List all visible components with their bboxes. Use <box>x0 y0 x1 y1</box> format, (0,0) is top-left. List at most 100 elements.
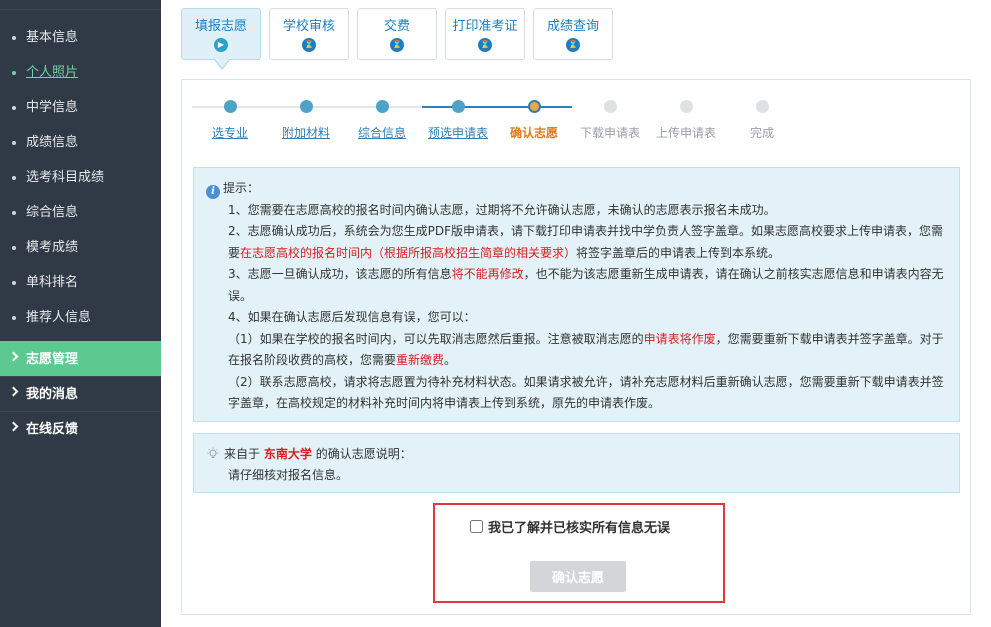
tab-label: 成绩查询 <box>546 19 599 34</box>
step-node <box>452 100 465 113</box>
progress-steps: 选专业 附加材料 综合信息 预选申请表 确认志愿 下载申请表 上传申请表 完成 <box>192 80 972 150</box>
notice-highlight: 申请表将作废 <box>643 331 716 346</box>
sidebar: 基本信息 个人照片 中学信息 成绩信息 选考科目成绩 综合信息 模考成绩 单科排… <box>0 0 161 627</box>
sidebar-group-label: 在线反馈 <box>26 422 79 437</box>
bullet-icon <box>12 211 16 215</box>
sidebar-group-label: 我的消息 <box>26 387 79 402</box>
bullet-icon <box>12 106 16 110</box>
confirm-application-button[interactable]: 确认志愿 <box>530 561 626 592</box>
notice-box: i 提示： 1、您需要在志愿高校的报名时间内确认志愿，过期将不允许确认志愿，未确认… <box>193 167 960 422</box>
sidebar-item-school-info[interactable]: 中学信息 <box>0 90 161 125</box>
hourglass-icon: ⌛ <box>302 38 316 52</box>
step-label: 附加材料 <box>281 126 330 140</box>
school-note-suffix: 的确认志愿说明： <box>315 447 412 461</box>
sidebar-group-label: 志愿管理 <box>26 352 79 367</box>
step-label: 确认志愿 <box>509 126 558 140</box>
sidebar-item-label: 中学信息 <box>26 100 79 115</box>
sidebar-item-label: 综合信息 <box>26 205 79 220</box>
sidebar-group-feedback[interactable]: 在线反馈 <box>0 411 161 446</box>
chevron-right-icon <box>8 351 19 362</box>
sidebar-item-label: 推荐人信息 <box>26 310 92 325</box>
bullet-icon <box>12 281 16 285</box>
sidebar-item-label: 基本信息 <box>26 30 79 45</box>
sidebar-item-elective-scores[interactable]: 选考科目成绩 <box>0 160 161 195</box>
notice-text: 3、志愿一旦确认成功，该志愿的所有信息 <box>228 267 452 281</box>
school-name: 东南大学 <box>263 447 312 461</box>
step-label: 完成 <box>749 126 774 140</box>
sidebar-item-mock-scores[interactable]: 模考成绩 <box>0 230 161 265</box>
tab-label: 交费 <box>383 19 410 34</box>
tab-label: 打印准考证 <box>452 19 518 34</box>
tab-score-query[interactable]: 成绩查询 ⌛ <box>533 8 613 60</box>
agree-checkbox[interactable] <box>470 520 483 533</box>
bullet-icon <box>12 176 16 180</box>
notice-highlight: 在志愿高校的报名时间内（根据所报高校招生简章的相关要求） <box>240 245 577 260</box>
tab-fill-application[interactable]: 填报志愿 ▶ <box>181 8 261 70</box>
notice-highlight: 将不能再修改 <box>451 267 524 281</box>
bullet-icon <box>12 246 16 250</box>
tab-school-review[interactable]: 学校审核 ⌛ <box>269 8 349 60</box>
school-note-box: 来自于 东南大学 的确认志愿说明： 请仔细核对报名信息。 <box>193 433 960 493</box>
chevron-right-icon <box>8 421 19 432</box>
notice-text: 。 <box>444 353 457 367</box>
sidebar-item-label: 模考成绩 <box>26 240 79 255</box>
step-node <box>604 100 617 113</box>
notice-text: 将签字盖章后的申请表上传到本系统。 <box>576 245 781 260</box>
tab-print-admission[interactable]: 打印准考证 ⌛ <box>445 8 525 60</box>
agree-label[interactable]: 我已了解并已核实所有信息无误 <box>470 517 670 536</box>
hourglass-icon: ⌛ <box>478 38 492 52</box>
step-label: 综合信息 <box>357 126 406 140</box>
step-node <box>300 100 313 113</box>
step-label: 上传申请表 <box>655 126 716 140</box>
sidebar-item-label: 单科排名 <box>26 275 79 290</box>
sidebar-item-photo[interactable]: 个人照片 <box>0 55 161 90</box>
sidebar-item-basic-info[interactable]: 基本信息 <box>0 20 161 55</box>
notice-item-4-2: （2）联系志愿高校，请求将志愿置为待补充材料状态。如果请求被允许，请补充志愿材料… <box>228 374 944 411</box>
sidebar-item-label: 成绩信息 <box>26 135 79 150</box>
notice-item-2: 2、志愿确认成功后，系统会为您生成PDF版申请表，请下载打印申请表并找中学负责人… <box>206 221 947 264</box>
lightbulb-icon <box>207 447 219 459</box>
tab-payment[interactable]: 交费 ⌛ <box>357 8 437 60</box>
sidebar-item-referee[interactable]: 推荐人信息 <box>0 300 161 335</box>
bullet-icon <box>12 316 16 320</box>
hourglass-icon: ⌛ <box>566 38 580 52</box>
sidebar-group-application[interactable]: 志愿管理 <box>0 341 161 376</box>
school-note-header: 来自于 东南大学 的确认志愿说明： <box>206 444 947 465</box>
sidebar-item-grades[interactable]: 成绩信息 <box>0 125 161 160</box>
hourglass-icon: ⌛ <box>390 38 404 52</box>
school-note-desc: 请仔细核对报名信息。 <box>228 468 349 482</box>
step-node <box>224 100 237 113</box>
notice-item-3: 3、志愿一旦确认成功，该志愿的所有信息将不能再修改，也不能为该志愿重新生成申请表… <box>206 264 947 307</box>
bullet-icon <box>12 71 16 75</box>
school-note-prefix: 来自于 <box>224 447 261 461</box>
sidebar-group-messages[interactable]: 我的消息 <box>0 376 161 411</box>
notice-text: （1）如果在学校的报名时间内，可以先取消志愿然后重报。注意被取消志愿的 <box>228 331 644 346</box>
step-node-current <box>528 100 541 113</box>
sidebar-item-general-info[interactable]: 综合信息 <box>0 195 161 230</box>
notice-highlight: 重新缴费 <box>396 353 445 367</box>
notice-item-4-1: （1）如果在学校的报名时间内，可以先取消志愿然后重报。注意被取消志愿的申请表将作… <box>206 329 947 372</box>
step-label: 选专业 <box>211 126 248 140</box>
main-panel: 选专业 附加材料 综合信息 预选申请表 确认志愿 下载申请表 上传申请表 完成 … <box>181 79 971 615</box>
chevron-right-icon <box>8 386 19 397</box>
bullet-icon <box>12 141 16 145</box>
sidebar-sub-list: 基本信息 个人照片 中学信息 成绩信息 选考科目成绩 综合信息 模考成绩 单科排… <box>0 10 161 335</box>
sidebar-item-label: 个人照片 <box>26 65 79 80</box>
confirm-area: 我已了解并已核实所有信息无误 确认志愿 <box>433 503 725 603</box>
step-label: 下载申请表 <box>579 126 640 140</box>
sidebar-item-label: 选考科目成绩 <box>26 170 105 185</box>
sidebar-item-subject-rank[interactable]: 单科排名 <box>0 265 161 300</box>
step-node <box>756 100 769 113</box>
sidebar-top-bar <box>0 0 161 10</box>
step-node <box>376 100 389 113</box>
tab-label: 学校审核 <box>282 19 335 34</box>
notice-title-row: i 提示： <box>206 178 947 200</box>
notice-item-4: 4、如果在确认志愿后发现信息有误，您可以： <box>228 310 476 324</box>
play-circle-icon: ▶ <box>214 38 228 52</box>
info-icon: i <box>206 185 220 199</box>
notice-item-1: 1、您需要在志愿高校的报名时间内确认志愿，过期将不允许确认志愿，未确认的志愿表示… <box>228 202 776 217</box>
bullet-icon <box>12 36 16 40</box>
tab-pointer-fill <box>215 59 229 68</box>
step-node <box>680 100 693 113</box>
notice-title: 提示： <box>223 181 260 195</box>
